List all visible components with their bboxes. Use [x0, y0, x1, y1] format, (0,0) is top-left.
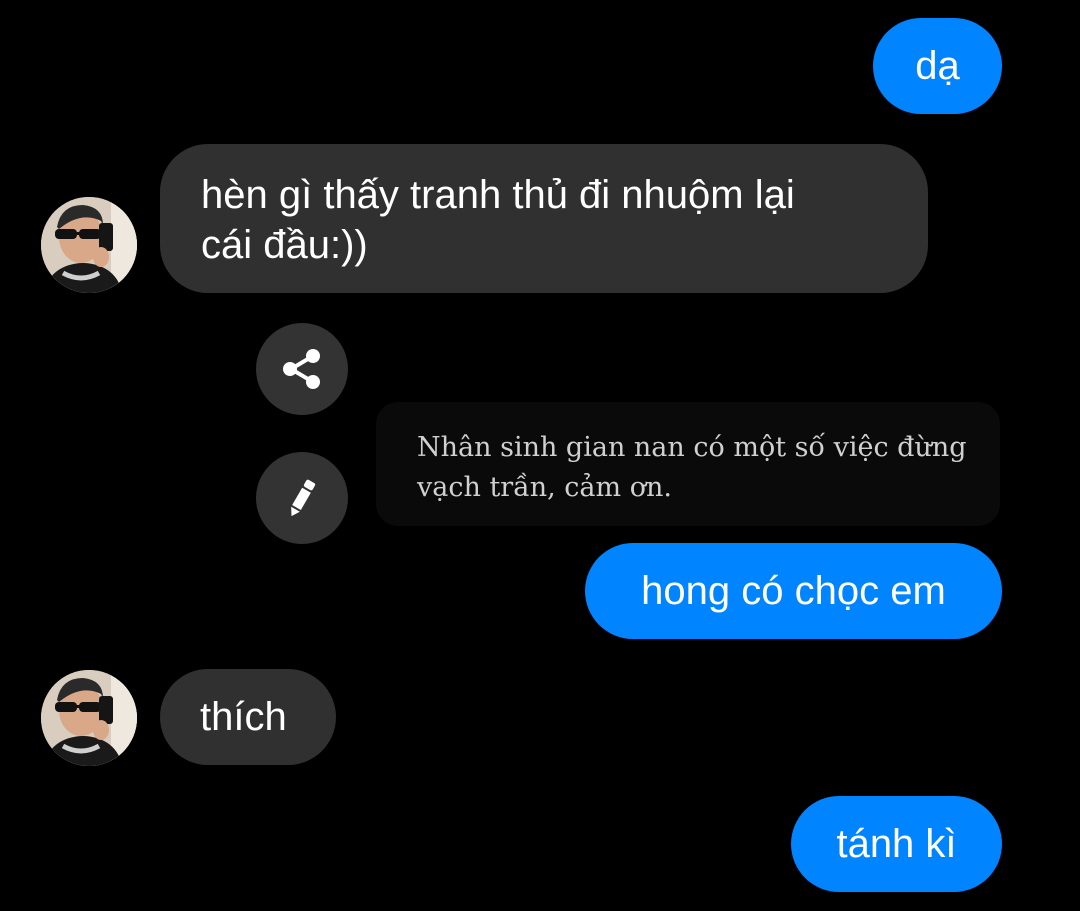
- message-text-line: hèn gì thấy tranh thủ đi nhuộm lại: [201, 173, 795, 217]
- outgoing-message-bubble[interactable]: hong có chọc em: [585, 543, 1002, 639]
- outgoing-message-bubble[interactable]: tánh kì: [791, 796, 1002, 892]
- pencil-icon: [291, 479, 316, 517]
- avatar-photo: [41, 670, 137, 766]
- message-text: hong có chọc em: [641, 569, 946, 613]
- contact-avatar[interactable]: [41, 670, 137, 766]
- message-text-line: cái đầu:)): [201, 223, 368, 267]
- edit-button[interactable]: [256, 452, 348, 544]
- outgoing-message-bubble[interactable]: dạ: [873, 18, 1002, 114]
- message-text: tánh kì: [836, 822, 957, 866]
- share-icon: [283, 349, 320, 389]
- contact-avatar[interactable]: [41, 197, 137, 293]
- incoming-message-bubble[interactable]: hèn gì thấy tranh thủ đi nhuộm lại cái đ…: [160, 144, 928, 293]
- avatar-photo: [41, 197, 137, 293]
- share-button[interactable]: [256, 323, 348, 415]
- quote-text-line: Nhân sinh gian nan có một số việc đừng: [417, 432, 967, 463]
- quote-card: Nhân sinh gian nan có một số việc đừng v…: [376, 402, 1000, 526]
- message-text: dạ: [915, 44, 960, 88]
- message-text: thích: [200, 695, 287, 739]
- incoming-message-bubble[interactable]: thích: [160, 669, 336, 765]
- quote-text-line: vạch trần, cảm ơn.: [417, 472, 672, 503]
